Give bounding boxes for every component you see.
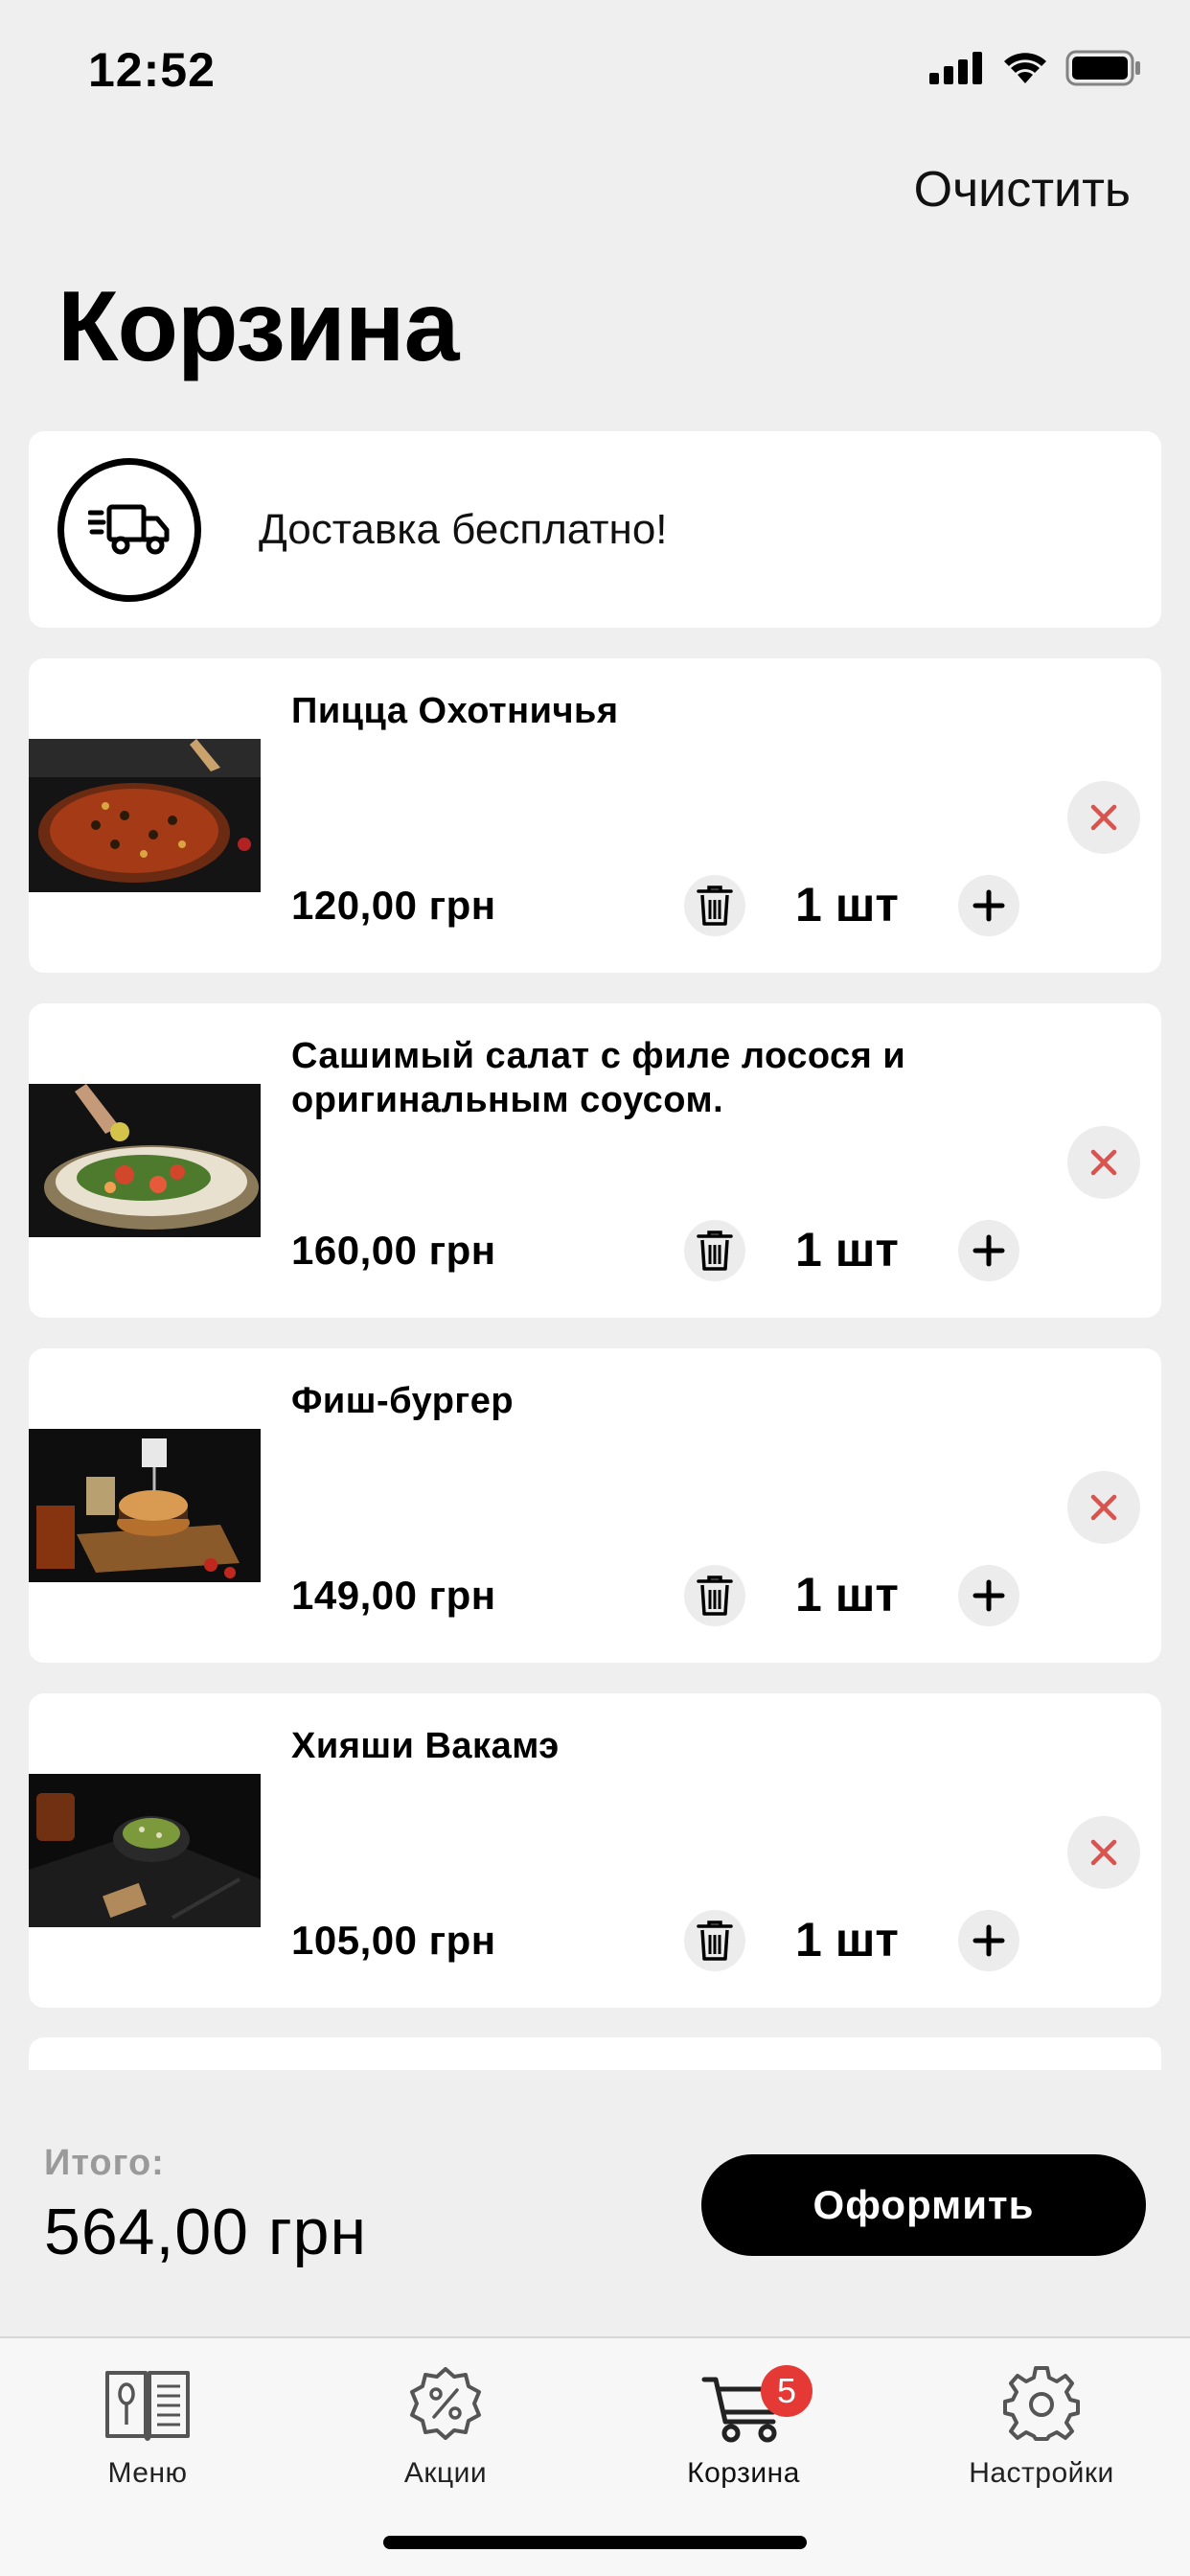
tab-cart[interactable]: 5 Корзина: [629, 2356, 858, 2490]
status-time: 12:52: [88, 43, 216, 97]
tab-label: Настройки: [969, 2457, 1114, 2489]
decrease-quantity-button[interactable]: [684, 875, 745, 936]
plus-icon: [973, 889, 1005, 922]
gear-icon: [1003, 2366, 1080, 2441]
plus-icon: [973, 1579, 1005, 1612]
item-photo-salad[interactable]: [29, 1084, 261, 1237]
remove-item-button[interactable]: [1067, 781, 1140, 854]
remove-item-button[interactable]: [1067, 1471, 1140, 1544]
item-price: 149,00 грн: [291, 1573, 496, 1618]
delivery-banner: Доставка бесплатно!: [29, 431, 1161, 628]
decrease-quantity-button[interactable]: [684, 1220, 745, 1281]
cart-item: Хияши Вакамэ 105,00 грн 1 шт: [29, 1693, 1161, 2008]
close-icon: [1090, 804, 1117, 831]
decrease-quantity-button[interactable]: [684, 1910, 745, 1971]
item-name: Пицца Охотничья: [291, 691, 619, 731]
remove-item-button[interactable]: [1067, 1126, 1140, 1199]
item-quantity: 1 шт: [795, 878, 899, 932]
increase-quantity-button[interactable]: [958, 1220, 1019, 1281]
cart-item: Сашимый салат с филе лосося и оригинальн…: [29, 1003, 1161, 1318]
increase-quantity-button[interactable]: [958, 1565, 1019, 1626]
cart-item: Пицца Охотничья 120,00 грн 1 шт: [29, 658, 1161, 973]
trash-icon: [697, 1230, 733, 1271]
tab-menu[interactable]: Меню: [33, 2356, 263, 2490]
item-price: 105,00 грн: [291, 1918, 496, 1963]
item-quantity: 1 шт: [795, 1568, 899, 1622]
cart-count-badge: 5: [761, 2365, 812, 2417]
increase-quantity-button[interactable]: [958, 1910, 1019, 1971]
checkout-button[interactable]: Оформить: [701, 2154, 1146, 2256]
remove-item-button[interactable]: [1067, 1816, 1140, 1889]
item-price: 160,00 грн: [291, 1228, 496, 1273]
discount-badge-icon: [410, 2367, 481, 2440]
tab-label: Корзина: [687, 2457, 800, 2489]
close-icon: [1090, 1839, 1117, 1866]
plus-icon: [973, 1924, 1005, 1957]
close-icon: [1090, 1149, 1117, 1176]
total-label: Итого:: [44, 2143, 165, 2183]
tab-label: Акции: [403, 2457, 488, 2489]
item-name: Сашимый салат с филе лосося и оригинальн…: [291, 1036, 906, 1120]
status-icons: [929, 50, 1142, 86]
clear-cart-button[interactable]: Очистить: [914, 161, 1131, 218]
wifi-icon: [1004, 53, 1046, 83]
item-photo-seaweed-salad[interactable]: [29, 1774, 261, 1927]
home-indicator: [383, 2536, 807, 2549]
item-photo-pizza[interactable]: [29, 739, 261, 892]
status-bar: 12:52: [0, 0, 1190, 134]
decrease-quantity-button[interactable]: [684, 1565, 745, 1626]
item-name: Фиш-бургер: [291, 1381, 515, 1421]
item-photo-burger[interactable]: [29, 1429, 261, 1582]
total-value: 564,00 грн: [44, 2196, 368, 2268]
tab-promotions[interactable]: Акции: [331, 2356, 561, 2490]
menu-book-icon: [105, 2371, 190, 2441]
battery-icon: [1065, 50, 1140, 86]
tab-settings[interactable]: Настройки: [927, 2356, 1156, 2490]
cart-item: Фиш-бургер 149,00 грн 1 шт: [29, 1348, 1161, 1663]
delivery-truck-icon: [57, 458, 201, 602]
close-icon: [1090, 1494, 1117, 1521]
trash-icon: [697, 1920, 733, 1961]
delivery-text: Доставка бесплатно!: [259, 506, 668, 553]
order-summary: Итого: 564,00 грн Оформить: [0, 2070, 1190, 2336]
trash-icon: [697, 1576, 733, 1616]
item-quantity: 1 шт: [795, 1913, 899, 1966]
increase-quantity-button[interactable]: [958, 875, 1019, 936]
cellular-signal-icon: [929, 52, 982, 84]
item-name: Хияши Вакамэ: [291, 1726, 560, 1766]
item-quantity: 1 шт: [795, 1223, 899, 1276]
plus-icon: [973, 1234, 1005, 1267]
page-title: Корзина: [57, 271, 459, 382]
trash-icon: [697, 886, 733, 926]
item-price: 120,00 грн: [291, 883, 496, 928]
tab-label: Меню: [107, 2457, 188, 2489]
